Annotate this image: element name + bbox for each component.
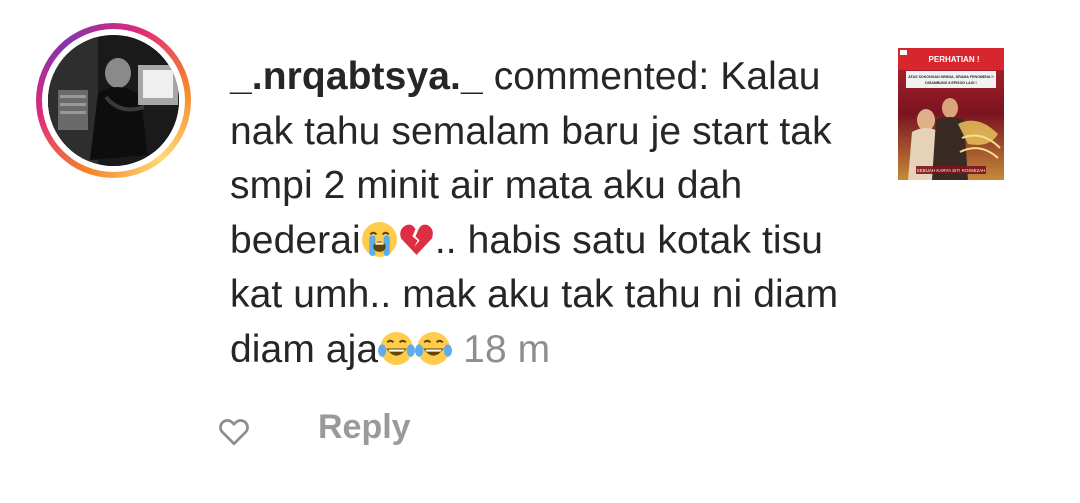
thumb-line1: ATAS SOKONGAN SEMUA, DRAMA FENOMENA !! (908, 75, 993, 79)
avatar[interactable] (48, 35, 179, 166)
avatar-photo (48, 35, 179, 166)
face-with-tears-of-joy-icon (415, 330, 453, 367)
thumb-line2: DISAMBUNG 8 EPISOD LAGI ! (925, 81, 977, 85)
avatar-story-ring[interactable] (36, 23, 191, 178)
heart-outline-icon[interactable] (216, 413, 252, 449)
thumb-footer: SEBUAH KARYA SITI ROSMIZAH (917, 168, 986, 173)
reply-button[interactable]: Reply (318, 408, 411, 447)
broken-heart-icon (398, 221, 435, 258)
comment-action: commented: (493, 55, 710, 98)
comment-text: _.nrqabtsya._ commented: Kalau nak tahu … (230, 50, 870, 377)
avatar-ring-gap (42, 29, 185, 172)
post-thumbnail[interactable]: PERHATIAN ! ATAS SOKONGAN SEMUA, DRAMA F… (898, 48, 1004, 180)
comment-username[interactable]: _.nrqabtsya._ (230, 55, 483, 98)
thumb-header: PERHATIAN ! (929, 55, 980, 64)
loudly-crying-face-icon (361, 221, 398, 258)
comment-timestamp: 18 m (463, 327, 551, 371)
face-with-tears-of-joy-icon (378, 330, 416, 367)
post-thumbnail-image: PERHATIAN ! ATAS SOKONGAN SEMUA, DRAMA F… (898, 48, 1004, 180)
